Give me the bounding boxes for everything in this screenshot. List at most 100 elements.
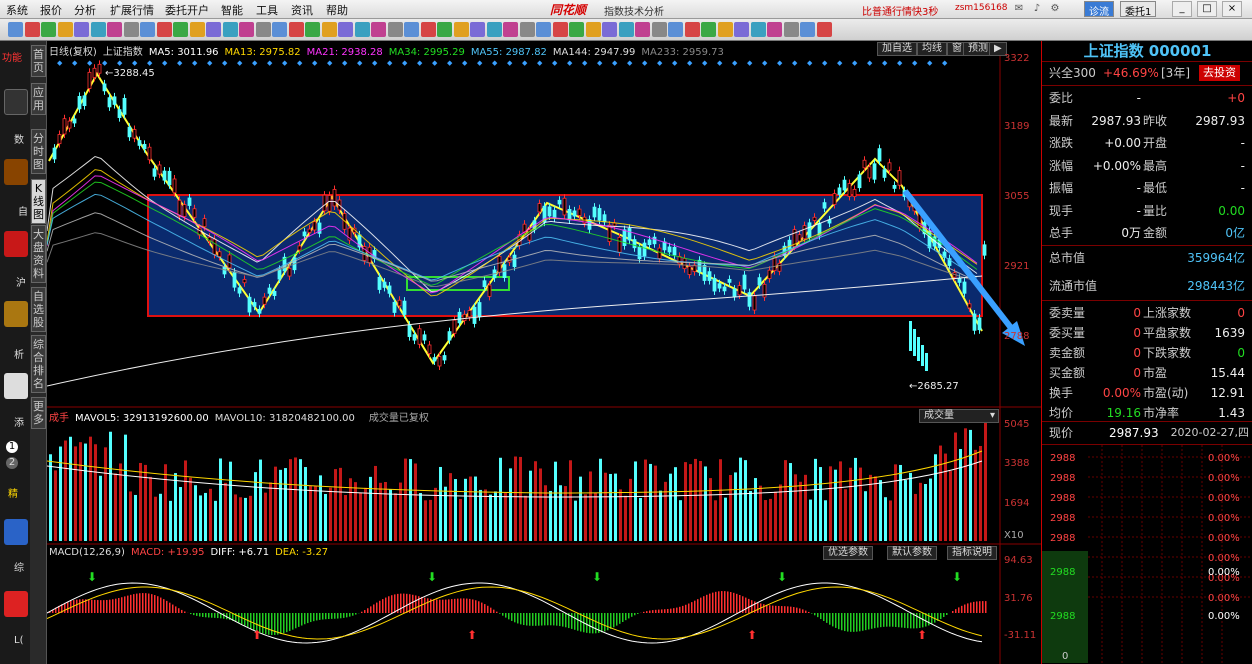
toolbar-tool-icon[interactable] xyxy=(156,22,172,37)
promo-link[interactable]: 比普通行情快3秒 xyxy=(862,3,938,18)
macd-bar xyxy=(886,613,888,627)
toolbar-tool-icon[interactable] xyxy=(206,22,221,37)
toolbar-tool-icon[interactable] xyxy=(321,22,337,37)
badge-1[interactable]: 1 xyxy=(6,441,18,453)
toolbar-tool-icon[interactable] xyxy=(173,22,188,37)
toolbar-tool-icon[interactable] xyxy=(453,22,469,37)
toolbar-tool-icon[interactable] xyxy=(57,22,73,37)
toolbar-tool-icon[interactable] xyxy=(420,22,436,37)
toolbar-tool-icon[interactable] xyxy=(602,22,617,37)
toolbar-tool-icon[interactable] xyxy=(189,22,205,37)
indicator-help-button[interactable]: 指标说明 xyxy=(947,546,997,560)
macd-bar xyxy=(433,599,435,613)
toolbar-tool-icon[interactable] xyxy=(734,22,749,37)
badge-2[interactable]: 2 xyxy=(6,457,18,469)
toolbar-tool-icon[interactable] xyxy=(288,22,304,37)
volume-selector[interactable]: 成交量 ▾ xyxy=(919,409,999,423)
toolbar-tool-icon[interactable] xyxy=(41,22,56,37)
shortcut-tile-2[interactable] xyxy=(4,159,28,185)
menu-analysis[interactable]: 分析 xyxy=(74,2,96,18)
user-name[interactable]: zsm156168 xyxy=(955,3,1008,13)
toolbar-tool-icon[interactable] xyxy=(437,22,452,37)
fund-promo-row[interactable]: 兴全300 +46.69% [3年] 去投资 xyxy=(1047,62,1249,84)
toolbar-tool-icon[interactable] xyxy=(354,22,370,37)
menu-quote[interactable]: 报价 xyxy=(40,2,62,18)
toolbar-tool-icon[interactable] xyxy=(239,22,254,37)
toolbar-tool-icon[interactable] xyxy=(519,22,535,37)
menu-trade[interactable]: 委托开户 xyxy=(165,2,209,18)
close-button[interactable]: × xyxy=(1222,1,1242,17)
shortcut-tile-1[interactable] xyxy=(4,89,28,115)
toolbar-tool-icon[interactable] xyxy=(569,22,584,37)
toolbar-tool-icon[interactable] xyxy=(272,22,287,37)
toolbar-tool-icon[interactable] xyxy=(618,22,634,37)
toolbar-tool-icon[interactable] xyxy=(701,22,716,37)
trade-button[interactable]: 委托1 xyxy=(1120,1,1157,18)
toolbar-tool-icon[interactable] xyxy=(635,22,650,37)
menu-help[interactable]: 帮助 xyxy=(326,2,348,18)
chart-canvas[interactable]: ◆ ◆ ◆ ◆ ◆ ◆ ◆ ◆ ◆ ◆ ◆ ◆ ◆ ◆ ◆ ◆ ◆ ◆ ◆ ◆ ◆ ◆ ◆ ◆ ◆ ◆ ◆ ◆ ◆ ◆ ◆ ◆ ◆ ◆ ◆ ◆ ◆ ◆ ◆ ◆… xyxy=(47,41,1041,664)
add-watchlist-button[interactable]: 加自选 xyxy=(877,42,917,56)
menu-news[interactable]: 资讯 xyxy=(291,2,313,18)
shortcut-tile-7[interactable] xyxy=(4,591,28,617)
mail-icon[interactable]: ✉ xyxy=(1012,2,1026,16)
toolbar-tool-icon[interactable] xyxy=(783,22,799,37)
toolbar-tool-icon[interactable] xyxy=(24,22,40,37)
toolbar-tool-icon[interactable] xyxy=(107,22,122,37)
optimal-params-button[interactable]: 优选参数 xyxy=(823,546,873,560)
toolbar-tool-icon[interactable] xyxy=(486,22,502,37)
toolbar-tool-icon[interactable] xyxy=(140,22,155,37)
toolbar-tool-icon[interactable] xyxy=(255,22,271,37)
toolbar-tool-icon[interactable] xyxy=(750,22,766,37)
toolbar-tool-icon[interactable] xyxy=(222,22,238,37)
ma-button[interactable]: 均线 xyxy=(917,42,947,56)
toolbar-tool-icon[interactable] xyxy=(816,22,832,37)
toolbar-tool-icon[interactable] xyxy=(668,22,683,37)
toolbar-tool-icon[interactable] xyxy=(338,22,353,37)
login-button[interactable]: 诊流 xyxy=(1084,1,1114,18)
tab-apps[interactable]: 应用 xyxy=(31,83,46,115)
shortcut-tile-6[interactable] xyxy=(4,519,28,545)
shortcut-tile-5[interactable] xyxy=(4,373,28,399)
bell-icon[interactable]: ♪ xyxy=(1030,2,1044,16)
toolbar-tool-icon[interactable] xyxy=(8,22,23,37)
toolbar-tool-icon[interactable] xyxy=(74,22,89,37)
toolbar-tool-icon[interactable] xyxy=(371,22,386,37)
menu-tools[interactable]: 工具 xyxy=(256,2,278,18)
tab-kline[interactable]: K线图 xyxy=(31,179,46,224)
toolbar-tool-icon[interactable] xyxy=(536,22,551,37)
tab-more[interactable]: 更多 xyxy=(31,397,46,429)
maximize-button[interactable]: □ xyxy=(1197,1,1217,17)
volume-selector-value: 成交量 xyxy=(924,410,954,421)
toolbar-tool-icon[interactable] xyxy=(470,22,485,37)
tab-home[interactable]: 首页 xyxy=(31,45,46,77)
shortcut-tile-3[interactable] xyxy=(4,231,28,257)
toolbar-tool-icon[interactable] xyxy=(800,22,815,37)
gear-icon[interactable]: ⚙ xyxy=(1048,2,1062,16)
default-params-button[interactable]: 默认参数 xyxy=(887,546,937,560)
invest-button[interactable]: 去投资 xyxy=(1199,65,1240,81)
toolbar-tool-icon[interactable] xyxy=(404,22,419,37)
toolbar-tool-icon[interactable] xyxy=(552,22,568,37)
macd-bar xyxy=(76,599,78,613)
menu-extended[interactable]: 扩展行情 xyxy=(110,2,154,18)
menu-smart[interactable]: 智能 xyxy=(221,2,243,18)
toolbar-tool-icon[interactable] xyxy=(123,22,139,37)
tab-ranking[interactable]: 综合排名 xyxy=(31,335,46,393)
menu-system[interactable]: 系统 xyxy=(6,2,28,18)
toolbar-tool-icon[interactable] xyxy=(717,22,733,37)
toolbar-tool-icon[interactable] xyxy=(90,22,106,37)
tab-market-data[interactable]: 大盘资料 xyxy=(31,225,46,283)
tab-timeshare[interactable]: 分时图 xyxy=(31,129,46,174)
toolbar-tool-icon[interactable] xyxy=(305,22,320,37)
toolbar-tool-icon[interactable] xyxy=(767,22,782,37)
toolbar-tool-icon[interactable] xyxy=(503,22,518,37)
toolbar-tool-icon[interactable] xyxy=(387,22,403,37)
minimize-button[interactable]: _ xyxy=(1172,1,1192,17)
tab-watchlist[interactable]: 自选股 xyxy=(31,287,46,332)
toolbar-tool-icon[interactable] xyxy=(651,22,667,37)
toolbar-tool-icon[interactable] xyxy=(684,22,700,37)
kline-chart-area[interactable]: ◆ ◆ ◆ ◆ ◆ ◆ ◆ ◆ ◆ ◆ ◆ ◆ ◆ ◆ ◆ ◆ ◆ ◆ ◆ ◆ ◆ ◆ ◆ ◆ ◆ ◆ ◆ ◆ ◆ ◆ ◆ ◆ ◆ ◆ ◆ ◆ ◆ ◆ ◆ ◆… xyxy=(47,41,1041,664)
toolbar-tool-icon[interactable] xyxy=(585,22,601,37)
shortcut-tile-4[interactable] xyxy=(4,301,28,327)
